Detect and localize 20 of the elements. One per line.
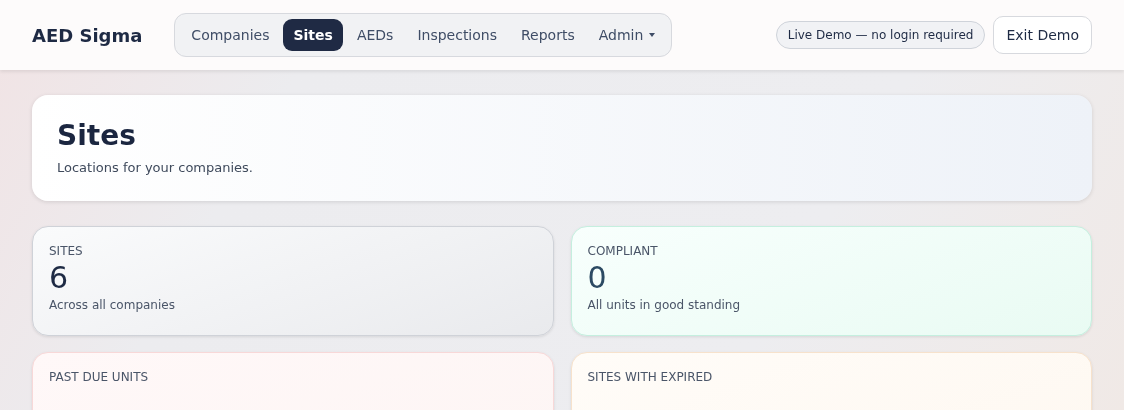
brand-name: AED Sigma — [32, 24, 143, 46]
stat-label: COMPLIANT — [587, 244, 659, 258]
stat-note: All units in good standing — [587, 298, 742, 312]
page-title: Sites — [57, 119, 137, 152]
nav-tab[interactable]: Inspections — [407, 19, 507, 51]
stat-value: 0 — [587, 260, 608, 296]
stat-value: 6 — [49, 260, 70, 296]
caret-icon — [649, 33, 656, 37]
exit-demo-button[interactable]: Exit Demo — [993, 16, 1092, 54]
stat-note: Across all companies — [49, 298, 176, 312]
nav-tab[interactable]: AEDs — [346, 19, 404, 51]
stat-label: PAST DUE UNITS — [49, 370, 150, 384]
stat-label: SITES WITH EXPIRED — [587, 370, 714, 384]
nav-tab[interactable]: Reports — [511, 19, 585, 51]
demo-badge: Live Demo — no login required — [775, 21, 986, 49]
nav-tab[interactable]: Sites — [283, 19, 343, 51]
stat-label: SITES — [49, 244, 84, 258]
page-subtitle: Locations for your companies. — [57, 160, 254, 175]
nav-tab[interactable]: Admin — [588, 19, 666, 51]
nav-tab[interactable]: Companies — [181, 19, 280, 51]
